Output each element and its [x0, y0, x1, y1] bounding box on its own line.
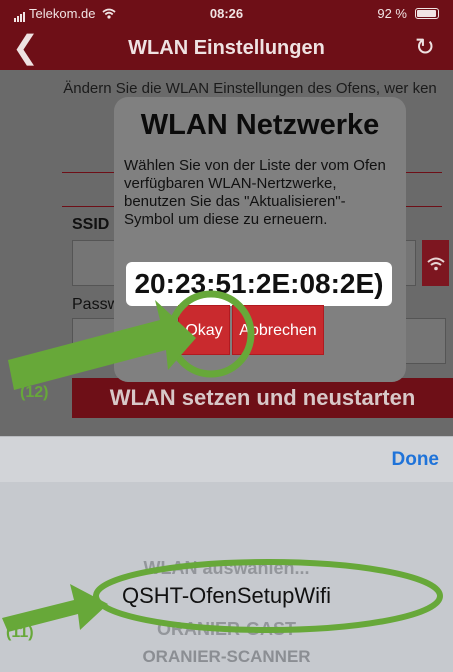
arrow-to-okay — [8, 300, 196, 390]
annotation-overlay — [2, 290, 443, 633]
step-label-12: (12) — [20, 384, 49, 401]
step-label-11: (11) — [6, 624, 34, 641]
highlight-ring-picker — [93, 559, 443, 633]
